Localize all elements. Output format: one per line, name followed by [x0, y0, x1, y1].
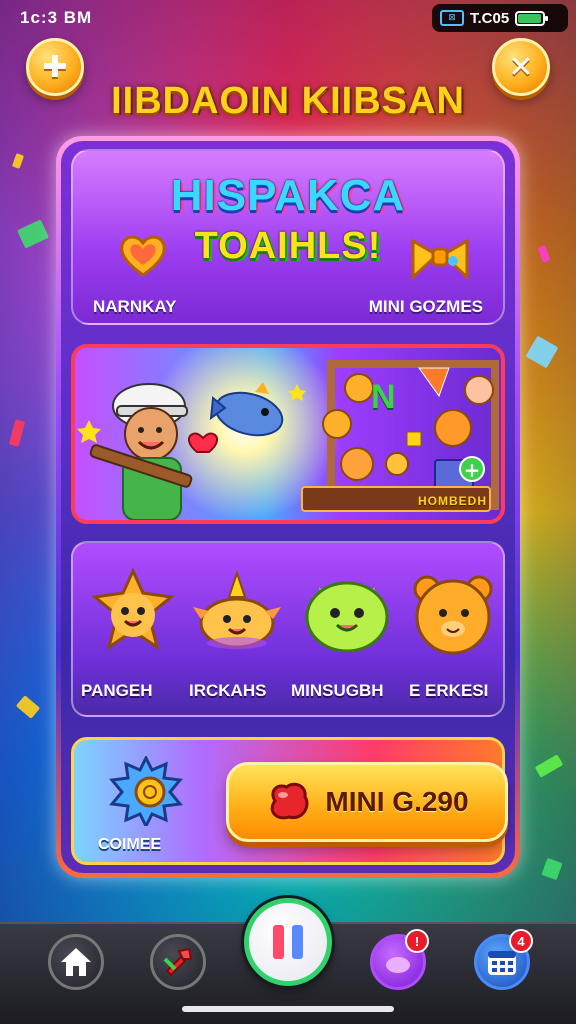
pause-icon — [273, 925, 303, 959]
games-badge: ! — [405, 929, 429, 953]
header-right-label: MINI GOZMES — [368, 297, 483, 316]
stage-label: HOMBEDH — [418, 494, 487, 508]
confetti-piece — [11, 153, 25, 169]
confetti-piece — [534, 754, 564, 778]
horn-creature-icon[interactable] — [191, 567, 283, 659]
calendar-badge: 4 — [509, 929, 533, 953]
header-left-label: NARNKAY — [93, 297, 177, 316]
confetti-piece — [15, 695, 41, 719]
battery-icon — [515, 10, 549, 26]
lime-creature-icon[interactable] — [301, 567, 393, 659]
boy-character-icon — [89, 383, 219, 520]
spiky-ball-icon — [109, 756, 183, 826]
game-title: IIBDAOIN KIIBSAN — [111, 80, 465, 122]
bear-creature-icon[interactable] — [407, 567, 499, 659]
character-label: IRCKAHS — [189, 681, 267, 700]
add-button[interactable]: + — [459, 456, 485, 482]
nav-calendar-button[interactable]: 4 — [474, 929, 533, 990]
main-panel-inner: HISPAKCA TOAIHLS! NARNKAY MINI GOZMES N … — [61, 141, 515, 873]
stage-letter: N — [371, 378, 396, 416]
confetti-piece — [541, 857, 563, 881]
header-card[interactable]: HISPAKCA TOAIHLS! NARNKAY MINI GOZMES — [71, 149, 505, 325]
home-icon — [61, 948, 91, 976]
star-creature-icon[interactable] — [87, 567, 179, 659]
confetti-piece — [525, 335, 559, 369]
nav-center-button[interactable] — [244, 898, 332, 986]
character-label: PANGEH — [81, 681, 153, 700]
characters-card: PANGEH IRCKAHS MINSUGBH E ERKESI — [71, 541, 505, 717]
featured-scene-card[interactable]: N HOMBEDH + — [71, 344, 505, 524]
status-bar: 1c:3 BM ⊠ T.C05 — [0, 0, 576, 36]
confetti-piece — [8, 419, 26, 447]
hammer-icon — [163, 947, 193, 977]
candy-icon — [271, 782, 309, 820]
header-title-line1: HISPAKCA — [170, 171, 406, 220]
status-clock: T.C05 — [470, 9, 510, 27]
play-card: COIMEE MINI G.290 — [71, 737, 508, 865]
nav-home-button[interactable] — [48, 934, 104, 990]
home-indicator — [182, 1006, 394, 1012]
play-mini-game-button[interactable]: MINI G.290 — [226, 762, 508, 842]
status-time: 1c:3 BM — [20, 8, 93, 27]
coin-label: COIMEE — [98, 836, 162, 853]
nav-tools-button[interactable] — [150, 934, 206, 990]
candy-bow-icon — [411, 238, 469, 281]
main-panel: HISPAKCA TOAIHLS! NARNKAY MINI GOZMES N … — [56, 136, 520, 878]
network-icon: ⊠ — [440, 10, 464, 26]
confetti-piece — [537, 245, 551, 263]
status-indicators: ⊠ T.C05 — [432, 4, 568, 32]
character-label: MINSUGBH — [291, 681, 384, 700]
confetti-piece — [16, 219, 50, 249]
fish-creature-icon — [209, 382, 284, 437]
nav-games-button[interactable]: ! — [370, 929, 429, 990]
character-label: E ERKESI — [409, 681, 489, 700]
calendar-icon — [488, 951, 516, 975]
candy-heart-icon — [120, 235, 166, 277]
battery-level — [518, 13, 541, 23]
gamepad-icon — [386, 957, 410, 973]
play-button-label: MINI G.290 — [325, 786, 469, 817]
